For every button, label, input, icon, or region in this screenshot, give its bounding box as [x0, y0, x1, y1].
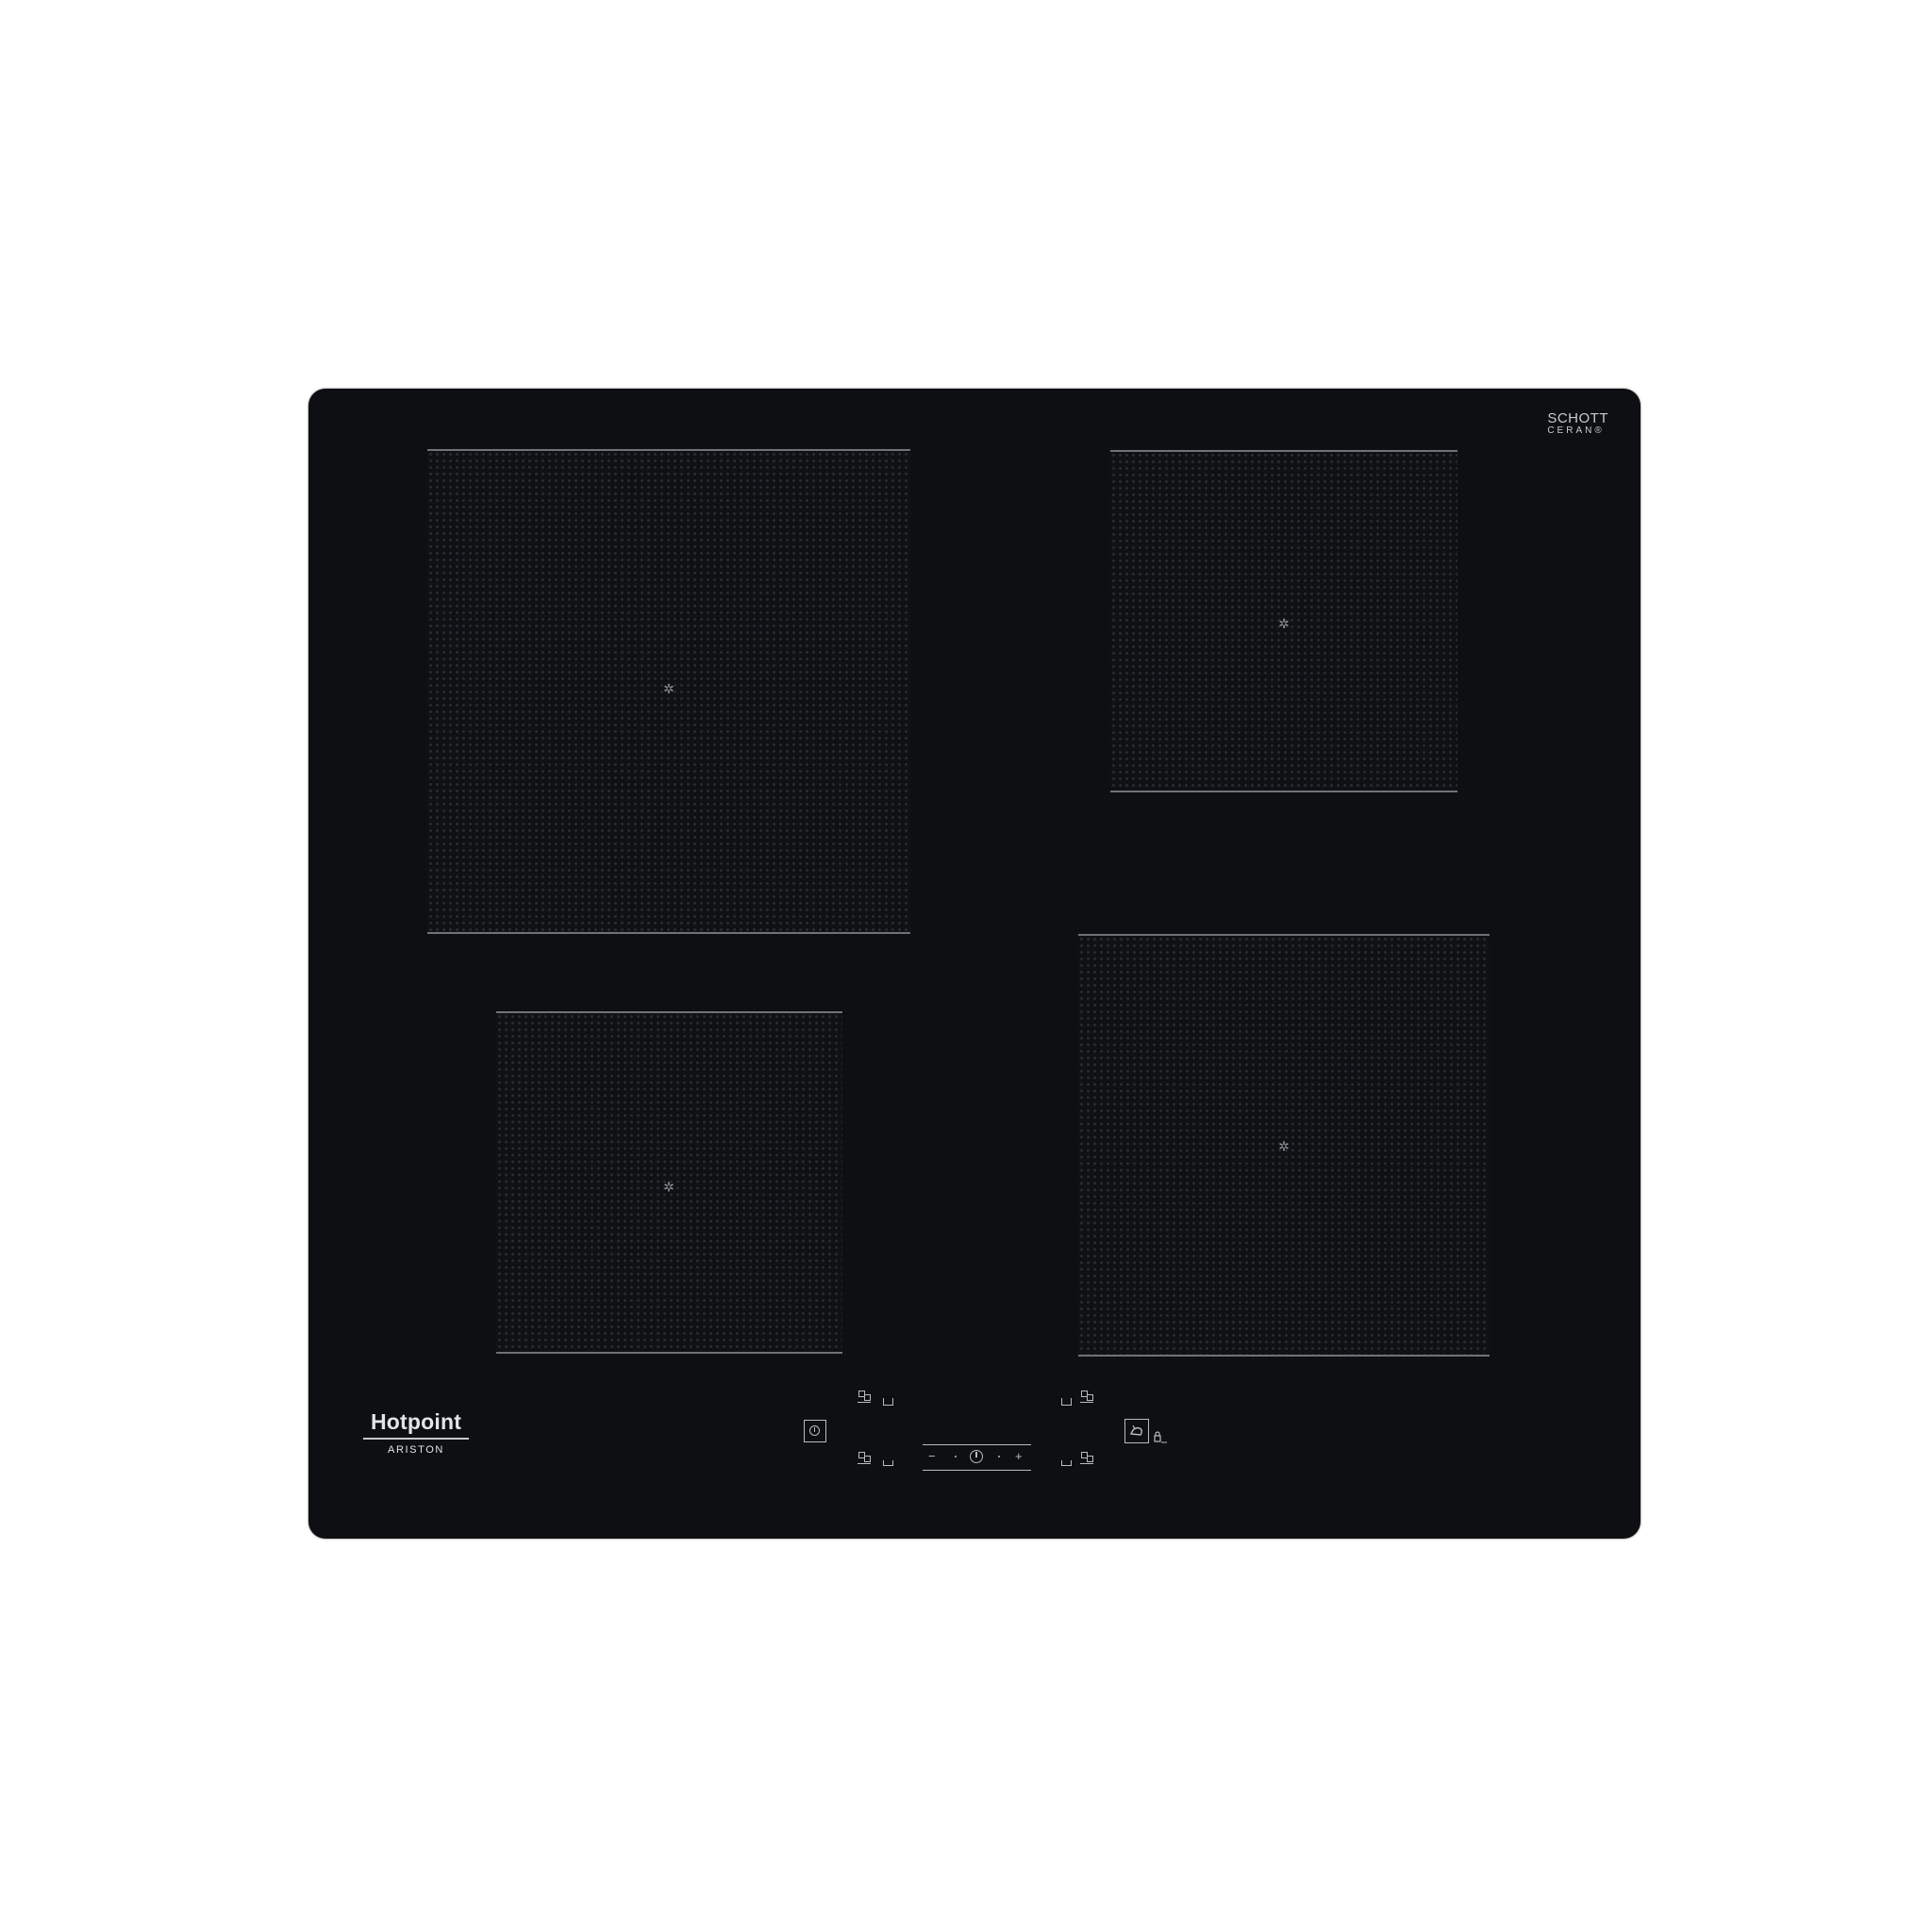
slider-dot	[955, 1456, 957, 1457]
hotpoint-ariston-logo: Hotpoint ARISTON	[363, 1409, 469, 1456]
power-button[interactable]	[804, 1420, 826, 1442]
cooking-zone-rear-left[interactable]: ✲	[427, 449, 910, 934]
brand-name: Hotpoint	[363, 1409, 469, 1440]
schott-ceran-logo: SCHOTT CERAN®	[1547, 411, 1608, 436]
induction-hob: SCHOTT CERAN® ✲ ✲ ✲ ✲ Hotpoint ARISTON −…	[308, 389, 1641, 1539]
pot-icon	[1061, 1398, 1072, 1406]
pan-icon	[883, 1460, 893, 1466]
plus-icon: +	[1015, 1449, 1023, 1463]
zone-center-mark-icon: ✲	[1278, 1140, 1290, 1155]
zone-layout-icon	[1080, 1391, 1093, 1403]
power-icon	[809, 1425, 820, 1436]
timer-icon[interactable]	[970, 1450, 983, 1463]
zone-select-front-left[interactable]	[858, 1452, 895, 1471]
cooking-zone-front-left[interactable]: ✲	[496, 1011, 842, 1354]
zone-center-mark-icon: ✲	[1278, 617, 1290, 632]
lock-icon	[1154, 1431, 1167, 1443]
minus-icon: −	[928, 1449, 936, 1463]
zone-center-mark-icon: ✲	[663, 1180, 675, 1195]
zone-center-mark-icon: ✲	[663, 682, 675, 697]
special-function-button[interactable]	[1124, 1419, 1175, 1447]
pan-icon	[1061, 1460, 1072, 1466]
schott-logo-line2: CERAN®	[1547, 425, 1605, 436]
zone-layout-icon	[858, 1391, 871, 1403]
zone-select-rear-right[interactable]	[1061, 1391, 1099, 1409]
power-slider[interactable]: − +	[923, 1444, 1031, 1471]
zone-select-rear-left[interactable]	[858, 1391, 895, 1409]
zone-layout-icon	[858, 1452, 871, 1464]
zone-layout-icon	[1080, 1452, 1093, 1464]
cooking-zone-front-right[interactable]: ✲	[1078, 934, 1490, 1357]
zone-select-front-right[interactable]	[1061, 1452, 1099, 1471]
cooking-zone-rear-right[interactable]: ✲	[1110, 450, 1457, 792]
brand-subname: ARISTON	[388, 1444, 444, 1456]
steam-pot-icon	[1130, 1424, 1142, 1436]
pot-icon	[883, 1398, 893, 1406]
slider-dot	[998, 1456, 1000, 1457]
schott-logo-line1: SCHOTT	[1547, 410, 1608, 426]
